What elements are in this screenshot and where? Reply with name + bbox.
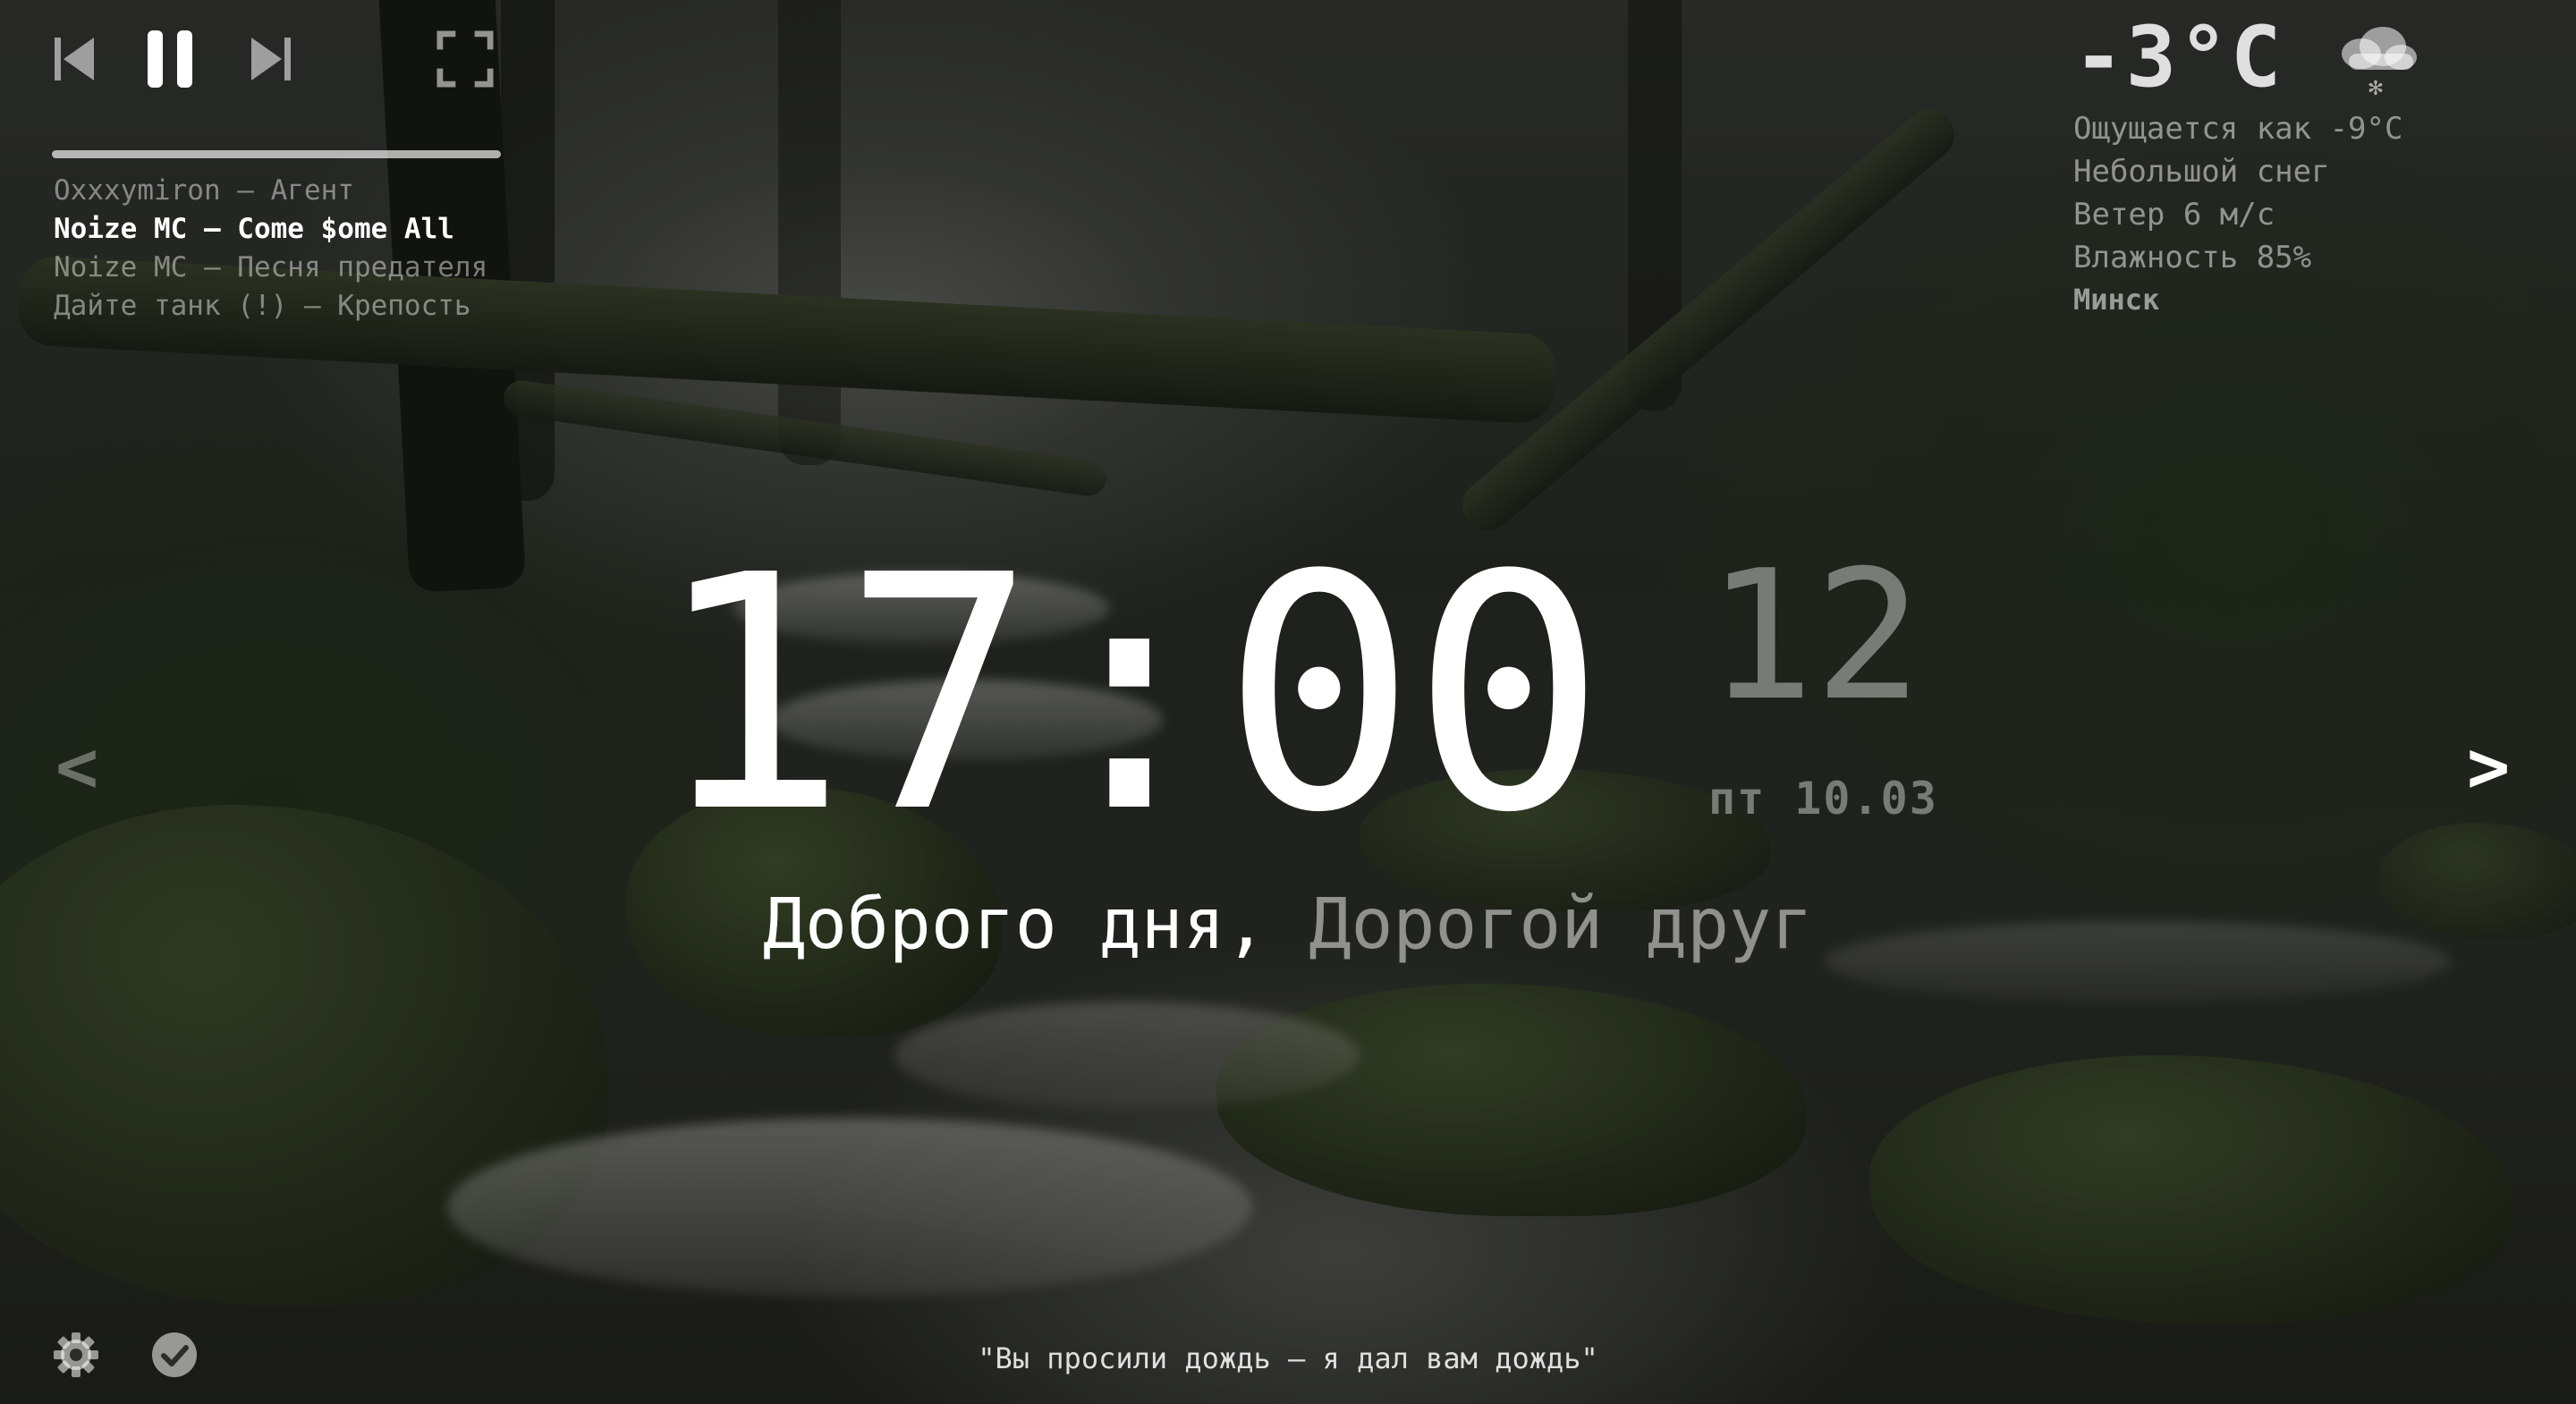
pause-icon bbox=[148, 30, 192, 88]
svg-text:✻: ✻ bbox=[2368, 78, 2384, 98]
snow-cloud-icon: ✻ bbox=[2342, 27, 2417, 98]
weather-condition: Небольшой снег bbox=[2073, 154, 2330, 190]
weather-feels-like: Ощущается как -9°C bbox=[2073, 111, 2403, 147]
playlist: Oxxxymiron — Агент Noize MC — Come $ome … bbox=[54, 172, 487, 326]
skip-next-icon bbox=[251, 38, 291, 80]
fullscreen-icon bbox=[436, 30, 494, 88]
skip-previous-icon bbox=[55, 38, 94, 80]
playlist-item[interactable]: Дайте танк (!) — Крепость bbox=[54, 287, 487, 326]
pause-button[interactable] bbox=[141, 25, 199, 93]
greeting-text: Доброго дня, bbox=[762, 884, 1267, 965]
weather-widget: -3°C ✻ Ощущается как -9°C Небольшой снег… bbox=[2073, 9, 2538, 320]
playlist-item[interactable]: Noize MC — Песня предателя bbox=[54, 249, 487, 287]
weather-humidity: Влажность 85% bbox=[2073, 240, 2312, 275]
weather-city[interactable]: Минск bbox=[2073, 279, 2538, 320]
prev-background-button[interactable]: < bbox=[55, 723, 98, 812]
clock-seconds: 12 bbox=[1707, 532, 1922, 740]
greeting-name[interactable]: Дорогой друг bbox=[1309, 884, 1813, 965]
greeting: Доброго дня, Дорогой друг bbox=[0, 882, 2576, 968]
quote-text: "Вы просили дождь — я дал вам дождь" bbox=[978, 1341, 1598, 1375]
track-progress-bar[interactable] bbox=[52, 150, 501, 158]
weather-temperature: -3°C bbox=[2073, 9, 2284, 106]
music-player: Oxxxymiron — Агент Noize MC — Come $ome … bbox=[52, 25, 508, 322]
playlist-item[interactable]: Oxxxymiron — Агент bbox=[54, 172, 487, 210]
playlist-item-active[interactable]: Noize MC — Come $ome All bbox=[54, 210, 487, 249]
player-controls bbox=[52, 25, 508, 93]
fullscreen-button[interactable] bbox=[436, 25, 494, 93]
next-track-button[interactable] bbox=[242, 25, 299, 93]
next-background-button[interactable]: > bbox=[2467, 723, 2510, 812]
track-progress-fill bbox=[52, 150, 501, 158]
weather-wind: Ветер 6 м/с bbox=[2073, 197, 2275, 233]
clock-time: 17:00 bbox=[653, 507, 1606, 884]
previous-track-button[interactable] bbox=[47, 25, 104, 93]
clock-date: пт 10.03 bbox=[1708, 773, 1938, 825]
